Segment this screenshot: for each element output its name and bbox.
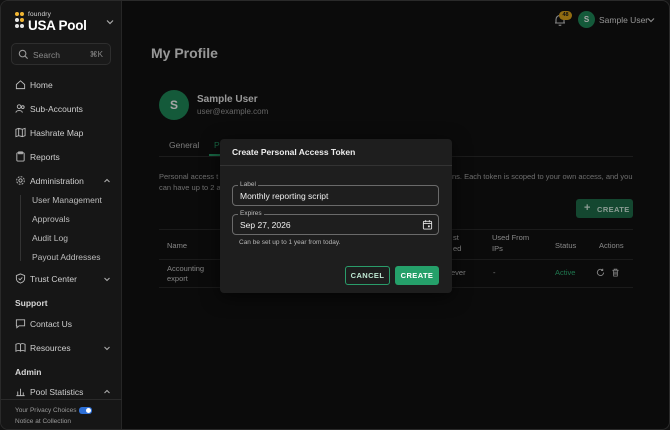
sidebar-item-resources[interactable]: Resources (15, 341, 113, 355)
label-field[interactable]: Label (232, 181, 439, 206)
sidebar-item-administration[interactable]: Administration (15, 174, 113, 188)
search-shortcut: ⌘K (89, 50, 103, 59)
chevron-down-icon (104, 346, 110, 351)
users-icon (15, 104, 25, 113)
sidebar-subitem-payout-addresses[interactable]: Payout Addresses (32, 252, 101, 262)
dialog-divider (220, 165, 452, 166)
sidebar: foundry USA Pool Search ⌘K Home Sub-Acco… (1, 1, 122, 429)
cancel-button[interactable]: CANCEL (345, 266, 390, 285)
chat-icon (15, 319, 26, 329)
chevron-down-icon (106, 20, 114, 25)
calendar-icon[interactable] (422, 219, 433, 230)
sidebar-item-reports[interactable]: Reports (15, 150, 113, 164)
sidebar-item-label: Pool Statistics (30, 387, 84, 397)
privacy-toggle-icon (78, 406, 92, 414)
submenu-guide-line (20, 195, 21, 261)
expires-field-legend: Expires (238, 210, 264, 217)
chevron-down-icon (104, 277, 110, 282)
expires-helper-text: Can be set up to 1 year from today. (239, 239, 341, 246)
sidebar-divider (1, 399, 122, 400)
sidebar-item-label: Trust Center (30, 274, 77, 284)
sidebar-item-label: Home (30, 80, 53, 90)
sidebar-item-label: Administration (30, 176, 84, 186)
home-icon (15, 80, 26, 90)
chevron-up-icon (104, 178, 110, 183)
sidebar-subitem-audit-log[interactable]: Audit Log (32, 233, 68, 243)
clipboard-icon (16, 151, 25, 162)
sidebar-item-hashrate-map[interactable]: Hashrate Map (15, 126, 113, 140)
section-heading-admin: Admin (15, 367, 42, 377)
book-icon (15, 343, 26, 352)
map-icon (15, 127, 26, 138)
brand-switcher[interactable]: foundry USA Pool (14, 10, 114, 34)
sidebar-item-label: Contact Us (30, 319, 73, 329)
label-input[interactable] (240, 191, 410, 201)
sidebar-item-label: Hashrate Map (30, 128, 84, 138)
create-button[interactable]: CREATE (395, 266, 439, 285)
brand-name: USA Pool (28, 18, 87, 33)
foundry-logo-icon (15, 12, 24, 28)
sidebar-subitem-approvals[interactable]: Approvals (32, 214, 70, 224)
sidebar-item-pool-statistics[interactable]: Pool Statistics (15, 385, 113, 399)
label-field-legend: Label (238, 181, 258, 188)
brand-small-text: foundry (28, 11, 52, 18)
sidebar-item-label: Sub-Accounts (30, 104, 83, 114)
chevron-up-icon (104, 389, 110, 394)
privacy-links: Your Privacy Choices Notice at Collectio… (15, 405, 92, 427)
sidebar-item-trust-center[interactable]: Trust Center (15, 272, 113, 286)
dialog-title: Create Personal Access Token (232, 147, 356, 157)
privacy-choices-link[interactable]: Your Privacy Choices (15, 407, 77, 414)
expires-field[interactable]: Expires (232, 210, 439, 235)
sidebar-item-home[interactable]: Home (15, 78, 113, 92)
gear-icon (16, 176, 25, 185)
bar-chart-icon (16, 388, 25, 397)
search-box[interactable]: Search ⌘K (11, 43, 111, 65)
sidebar-item-label: Reports (30, 152, 60, 162)
sidebar-item-contact-us[interactable]: Contact Us (15, 317, 113, 331)
create-token-dialog: Create Personal Access Token Label Expir… (220, 139, 452, 293)
sidebar-item-label: Resources (30, 343, 71, 353)
section-heading-support: Support (15, 298, 48, 308)
shield-icon (15, 273, 26, 284)
search-placeholder: Search (33, 50, 60, 60)
sidebar-subitem-user-management[interactable]: User Management (32, 195, 102, 205)
search-icon (18, 49, 29, 60)
expires-input[interactable] (240, 220, 410, 230)
sidebar-item-sub-accounts[interactable]: Sub-Accounts (15, 102, 113, 116)
notice-at-collection-link[interactable]: Notice at Collection (15, 416, 92, 427)
app-window: foundry USA Pool Search ⌘K Home Sub-Acco… (0, 0, 670, 430)
